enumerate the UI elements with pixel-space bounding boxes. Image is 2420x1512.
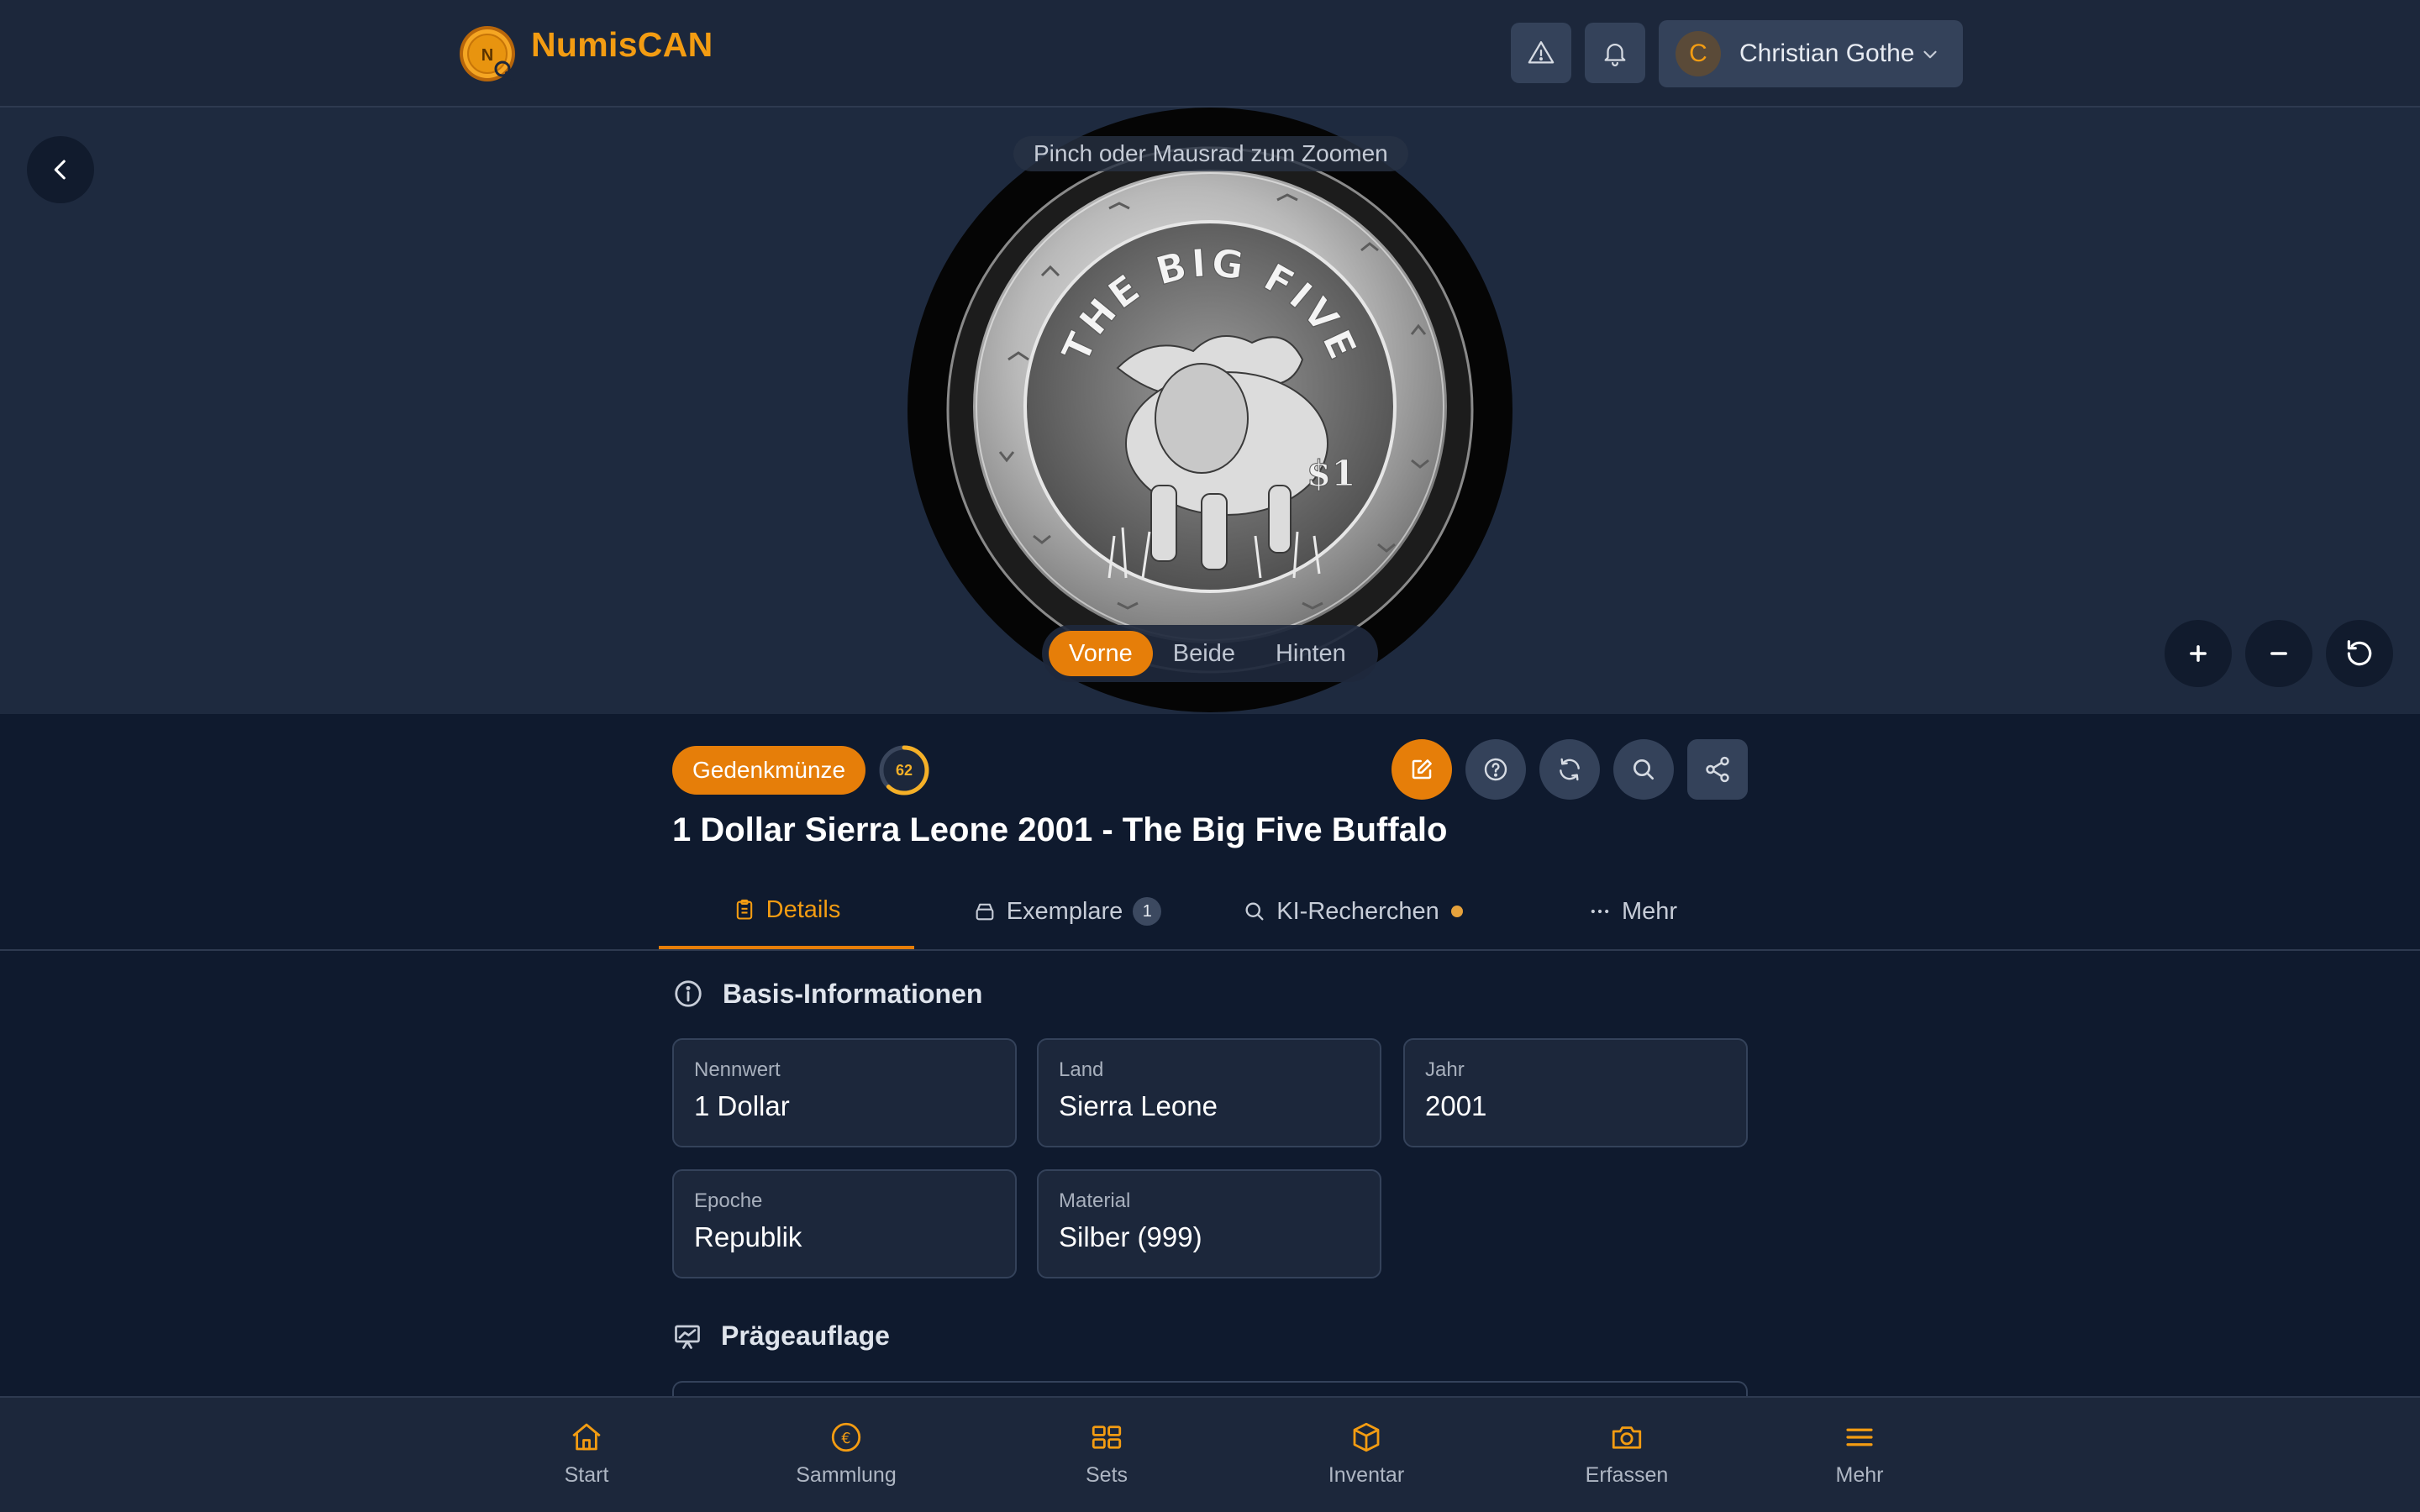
camera-icon xyxy=(1612,1426,1642,1449)
tab-label: Details xyxy=(765,895,841,923)
field-nennwert: Nennwert 1 Dollar xyxy=(672,1038,1017,1147)
svg-text:€: € xyxy=(841,1431,850,1447)
zoom-hint: Pinch oder Mausrad zum Zoomen xyxy=(1013,136,1408,171)
rotate-ccw-icon xyxy=(2347,640,2372,666)
coin-title: 1 Dollar Sierra Leone 2001 - The Big Fiv… xyxy=(672,811,1448,848)
search-button[interactable] xyxy=(1613,739,1674,800)
field-label: Nennwert xyxy=(694,1058,781,1081)
coin-image[interactable]: THE BIG FIVE $1 xyxy=(908,108,1512,714)
refresh-button[interactable] xyxy=(1539,739,1600,800)
nav-label: Sammlung xyxy=(796,1463,897,1487)
app-name[interactable]: NumisCAN xyxy=(531,25,713,65)
user-menu-button[interactable]: C Christian Gothe xyxy=(1659,20,1963,87)
bell-icon xyxy=(1604,44,1626,66)
more-horizontal-icon xyxy=(1591,909,1609,914)
tab-exemplare[interactable]: Exemplare 1 xyxy=(924,874,1210,949)
mintage-heading: Prägeauflage xyxy=(672,1320,890,1352)
info-icon xyxy=(675,980,702,1007)
minus-icon xyxy=(2270,652,2287,655)
side-option-front[interactable]: Vorne xyxy=(1049,631,1153,676)
zoom-out-button[interactable] xyxy=(2245,620,2312,687)
detail-tabs: Details Exemplare 1 KI-Recherchen Mehr xyxy=(0,874,2420,951)
chevron-down-icon xyxy=(1923,50,1937,59)
avatar: C xyxy=(1676,31,1721,76)
field-jahr: Jahr 2001 xyxy=(1403,1038,1748,1147)
nav-label: Erfassen xyxy=(1585,1463,1669,1487)
tab-label: KI-Recherchen xyxy=(1276,897,1439,925)
field-label: Jahr xyxy=(1425,1058,1465,1081)
nav-inventar[interactable]: Inventar xyxy=(1274,1420,1459,1488)
field-material: Material Silber (999) xyxy=(1037,1169,1381,1278)
category-badge: Gedenkmünze xyxy=(672,746,866,795)
tab-label: Mehr xyxy=(1621,897,1678,925)
nav-mehr[interactable]: Mehr xyxy=(1767,1420,1952,1488)
tab-ki-recherchen[interactable]: KI-Recherchen xyxy=(1218,874,1487,949)
tab-details[interactable]: Details xyxy=(659,874,914,949)
back-button[interactable] xyxy=(27,136,94,203)
chevron-left-icon xyxy=(54,160,66,180)
tab-count-badge: 1 xyxy=(1133,897,1162,926)
svg-text:N: N xyxy=(481,46,493,65)
nav-erfassen[interactable]: Erfassen xyxy=(1534,1420,1719,1488)
box-icon xyxy=(1353,1422,1380,1452)
field-epoche: Epoche Republik xyxy=(672,1169,1017,1278)
edit-icon xyxy=(1412,759,1432,780)
field-value: Republik xyxy=(694,1221,802,1252)
nav-start[interactable]: Start xyxy=(494,1420,679,1488)
home-icon xyxy=(572,1423,601,1451)
field-value: Sierra Leone xyxy=(1059,1090,1218,1121)
field-land: Land Sierra Leone xyxy=(1037,1038,1381,1147)
side-option-back[interactable]: Hinten xyxy=(1255,631,1366,676)
nav-label: Start xyxy=(564,1463,609,1487)
menu-icon xyxy=(1846,1428,1873,1446)
warning-button[interactable] xyxy=(1511,23,1571,83)
field-value: 1 Dollar xyxy=(694,1090,790,1121)
share-icon xyxy=(1706,756,1729,783)
nav-label: Inventar xyxy=(1328,1463,1405,1487)
user-name: Christian Gothe xyxy=(1739,39,1915,67)
share-button[interactable] xyxy=(1687,739,1748,800)
field-value: Silber (999) xyxy=(1059,1221,1202,1252)
archive-icon xyxy=(976,903,994,921)
new-indicator-dot xyxy=(1450,906,1463,917)
side-option-both[interactable]: Beide xyxy=(1153,631,1255,676)
warning-icon xyxy=(1528,41,1555,64)
search-icon xyxy=(1634,759,1654,780)
help-button[interactable] xyxy=(1465,739,1526,800)
search-icon xyxy=(1245,902,1264,921)
refresh-icon xyxy=(1560,758,1580,781)
edit-button[interactable] xyxy=(1392,739,1452,800)
reset-zoom-button[interactable] xyxy=(2326,620,2393,687)
coin-image-viewer[interactable]: THE BIG FIVE $1 Pinch oder Mausrad zum Z… xyxy=(0,108,2420,714)
coin-side-toggle: Vorne Beide Hinten xyxy=(1042,625,1378,682)
field-label: Material xyxy=(1059,1189,1131,1212)
field-label: Epoche xyxy=(694,1189,763,1212)
nav-sammlung[interactable]: € Sammlung xyxy=(754,1420,939,1488)
score-value: 62 xyxy=(896,762,913,779)
bottom-navigation: Start € Sammlung Sets Inventar Erfassen … xyxy=(0,1396,2420,1512)
basis-info-heading: Basis-Informationen xyxy=(672,978,982,1010)
zoom-in-button[interactable] xyxy=(2165,620,2232,687)
score-ring: 62 xyxy=(879,745,929,795)
svg-text:$1: $1 xyxy=(1307,453,1355,494)
help-circle-icon xyxy=(1484,758,1507,781)
nav-label: Mehr xyxy=(1835,1463,1884,1487)
field-label: Land xyxy=(1059,1058,1104,1081)
plus-icon xyxy=(2190,645,2207,662)
nav-sets[interactable]: Sets xyxy=(1014,1420,1199,1488)
nav-label: Sets xyxy=(1085,1463,1128,1487)
tab-mehr[interactable]: Mehr xyxy=(1512,874,1753,949)
numiscan-logo[interactable]: N xyxy=(457,24,518,84)
app-header: N NumisCAN C Christian Gothe xyxy=(0,0,2420,108)
notifications-button[interactable] xyxy=(1585,23,1645,83)
euro-coin-icon: € xyxy=(831,1422,861,1452)
tab-label: Exemplare xyxy=(1006,897,1123,925)
chart-presentation-icon xyxy=(675,1325,700,1349)
field-value: 2001 xyxy=(1425,1090,1487,1121)
grid-icon xyxy=(1092,1425,1122,1449)
clipboard-icon xyxy=(736,899,752,920)
